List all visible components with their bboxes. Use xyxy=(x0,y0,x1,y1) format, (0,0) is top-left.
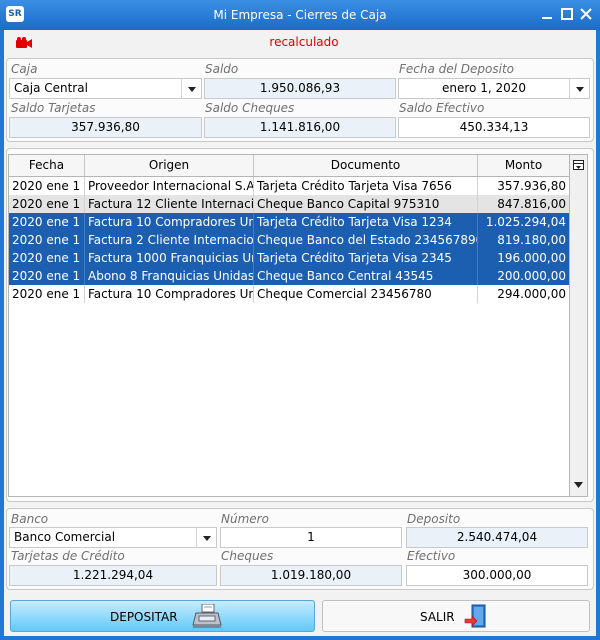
cell-documento: Cheque Banco Central 43545 xyxy=(254,267,478,285)
cheques-label: Cheques xyxy=(221,549,274,563)
cell-fecha: 2020 ene 1 xyxy=(9,231,85,249)
exit-door-icon xyxy=(464,604,486,628)
saldo-field: 1.950.086,93 xyxy=(204,78,396,99)
depositar-label: DEPOSITAR xyxy=(110,610,178,624)
transactions-table[interactable]: Fecha Origen Documento Monto 2020 ene 1P… xyxy=(8,154,570,497)
table-row[interactable]: 2020 ene 1Factura 1000 Franquicias Unida… xyxy=(9,249,569,267)
numero-field[interactable]: 1 xyxy=(220,527,402,548)
title-bar[interactable]: SR Mi Empresa - Cierres de Caja xyxy=(0,0,600,30)
window-title: Mi Empresa - Cierres de Caja xyxy=(213,8,387,22)
cell-origen: Abono 8 Franquicias Unidas S.A. xyxy=(85,267,254,285)
chevron-down-icon[interactable] xyxy=(569,79,589,98)
cell-fecha: 2020 ene 1 xyxy=(9,177,85,195)
column-chooser-icon[interactable] xyxy=(573,160,584,171)
fecha-deposito-label: Fecha del Deposito xyxy=(399,62,515,76)
table-row[interactable]: 2020 ene 1Factura 12 Cliente Internacion… xyxy=(9,195,569,213)
numero-label: Número xyxy=(221,512,269,526)
banco-select[interactable]: Banco Comercial xyxy=(9,527,217,548)
cash-register-icon xyxy=(192,604,222,628)
cell-fecha: 2020 ene 1 xyxy=(9,285,85,303)
cell-monto: 1.025.294,04 xyxy=(485,215,566,229)
cheques-field: 1.019.180,00 xyxy=(220,565,402,586)
table-row[interactable]: 2020 ene 1 Factura 2 Cliente Internaciona… xyxy=(9,231,569,249)
banco-label: Banco xyxy=(11,512,49,526)
maximize-icon[interactable] xyxy=(560,7,574,21)
cell-origen: Factura 10 Compradores Unidos xyxy=(85,213,254,231)
vertical-scrollbar[interactable] xyxy=(570,154,588,497)
saldo-tarjetas-label: Saldo Tarjetas xyxy=(11,101,96,115)
table-header: Fecha Origen Documento Monto xyxy=(9,155,569,177)
caja-select[interactable]: Caja Central xyxy=(9,78,202,99)
tarjetas-field: 1.221.294,04 xyxy=(9,565,217,586)
saldo-efectivo-label: Saldo Efectivo xyxy=(399,101,485,115)
cell-monto: 200.000,00 xyxy=(497,269,566,283)
table-row[interactable]: 2020 ene 1Abono 8 Franquicias Unidas S.A… xyxy=(9,267,569,285)
cell-origen: Proveedor Internacional S.A. Ir xyxy=(85,177,254,195)
saldo-efectivo-field[interactable]: 450.334,13 xyxy=(398,117,590,138)
saldo-cheques-field: 1.141.816,00 xyxy=(204,117,396,138)
cell-fecha: 2020 ene 1 xyxy=(9,249,85,267)
efectivo-field[interactable]: 300.000,00 xyxy=(406,565,588,586)
cell-monto: 847.816,00 xyxy=(497,197,566,211)
depositar-button[interactable]: DEPOSITAR xyxy=(10,600,315,632)
fecha-deposito-value: enero 1, 2020 xyxy=(442,81,526,95)
cell-origen: Factura 12 Cliente Internacional xyxy=(85,195,254,213)
cell-fecha: 2020 ene 1 xyxy=(9,213,85,231)
table-row[interactable]: 2020 ene 1Factura 10 Compradores UnidosT… xyxy=(9,213,569,231)
deposito-label: Deposito xyxy=(407,512,461,526)
table-row[interactable]: 2020 ene 1Factura 10 Compradores UnidosC… xyxy=(9,285,569,303)
cell-fecha: 2020 ene 1 xyxy=(9,195,85,213)
app-window: SR Mi Empresa - Cierres de Caja recalcul… xyxy=(0,0,600,640)
column-header-fecha[interactable]: Fecha xyxy=(9,155,85,176)
deposito-field: 2.540.474,04 xyxy=(406,527,588,548)
cell-origen: Factura 10 Compradores Unidos xyxy=(85,285,254,303)
cell-monto: 357.936,80 xyxy=(497,179,566,193)
cell-documento: Tarjeta Crédito Tarjeta Visa 1234 xyxy=(254,213,478,231)
column-header-monto[interactable]: Monto xyxy=(478,155,569,176)
chevron-down-icon[interactable] xyxy=(181,79,201,98)
fecha-deposito-picker[interactable]: enero 1, 2020 xyxy=(398,78,590,99)
cell-origen: Factura 2 Cliente Internacional xyxy=(85,231,254,249)
cell-documento: Cheque Banco del Estado 234567890 xyxy=(254,231,478,249)
chevron-down-icon[interactable] xyxy=(196,528,216,547)
scroll-down-icon[interactable] xyxy=(574,482,583,488)
status-message: recalculado xyxy=(269,35,339,49)
column-header-documento[interactable]: Documento xyxy=(254,155,478,176)
efectivo-label: Efectivo xyxy=(407,549,456,563)
caja-label: Caja xyxy=(11,62,38,76)
cell-documento: Cheque Banco Capital 975310 xyxy=(254,195,478,213)
saldo-tarjetas-field: 357.936,80 xyxy=(9,117,202,138)
cell-monto: 819.180,00 xyxy=(497,233,566,247)
tarjetas-label: Tarjetas de Crédito xyxy=(11,549,125,563)
salir-label: SALIR xyxy=(420,610,455,624)
column-header-origen[interactable]: Origen xyxy=(85,155,254,176)
salir-button[interactable]: SALIR xyxy=(322,600,590,632)
close-icon[interactable] xyxy=(579,7,593,21)
cell-monto: 196.000,00 xyxy=(497,251,566,265)
saldo-cheques-label: Saldo Cheques xyxy=(205,101,295,115)
caja-value: Caja Central xyxy=(14,81,88,95)
cell-documento: Tarjeta Crédito Tarjeta Visa 2345 xyxy=(254,249,478,267)
cell-fecha: 2020 ene 1 xyxy=(9,267,85,285)
cell-documento: Tarjeta Crédito Tarjeta Visa 7656 xyxy=(254,177,478,195)
table-row[interactable]: 2020 ene 1 Proveedor Internacional S.A. I… xyxy=(9,177,569,195)
minimize-icon[interactable] xyxy=(540,7,554,21)
cell-origen: Factura 1000 Franquicias Unidas xyxy=(85,249,254,267)
banco-value: Banco Comercial xyxy=(14,530,116,544)
cell-monto: 294.000,00 xyxy=(497,287,566,301)
saldo-label: Saldo xyxy=(205,62,239,76)
cell-documento: Cheque Comercial 23456780 xyxy=(254,285,478,303)
